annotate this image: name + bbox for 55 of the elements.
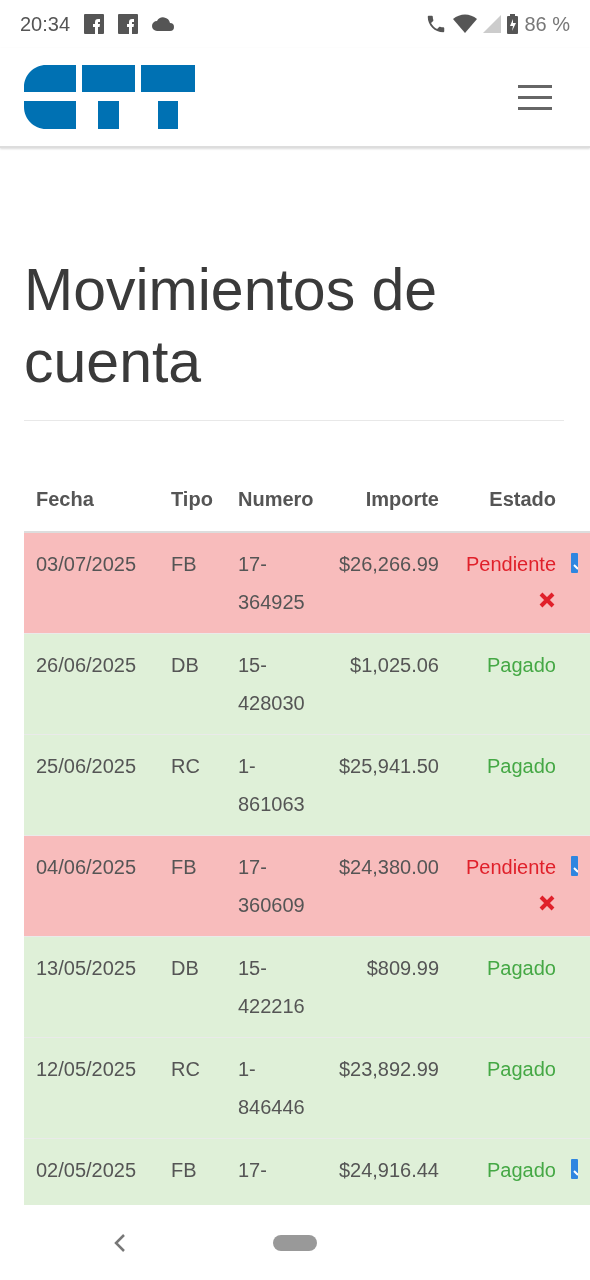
facebook-icon: [118, 14, 139, 34]
number-cell-text: 1-846446: [237, 1057, 306, 1120]
clock: 20:34: [20, 12, 71, 37]
number-cell-text: 17-364925: [237, 552, 306, 615]
date-cell-text: 03/07/2025: [35, 552, 138, 577]
type-cell-text: FB: [170, 1158, 198, 1183]
amount-cell-text: $24,380.00: [337, 855, 440, 880]
type-cell-text: FB: [170, 552, 198, 577]
status-cell-text: Pagado: [487, 1057, 556, 1082]
close-icon[interactable]: [538, 894, 556, 912]
page-title: Movimientos de cuenta: [24, 254, 564, 421]
logo[interactable]: [24, 65, 195, 129]
date-cell-text: 13/05/2025: [35, 956, 138, 981]
close-icon[interactable]: [538, 591, 556, 609]
status-cell-text: Pagado: [487, 754, 556, 779]
menu-icon[interactable]: [518, 84, 552, 110]
type-cell-text: FB: [170, 855, 198, 880]
date-cell-text: 02/05/2025: [35, 1158, 138, 1183]
number-cell-text: 17-360609: [237, 855, 306, 918]
battery-icon: [507, 14, 519, 34]
signal-icon: [483, 15, 502, 33]
date-cell-text: 04/06/2025: [35, 855, 138, 880]
column-header: Estado: [488, 487, 557, 512]
status-cell-text: Pendiente: [465, 552, 556, 577]
back-icon[interactable]: [113, 1233, 127, 1253]
amount-cell-text: $26,266.99: [337, 552, 440, 577]
type-cell-text: DB: [170, 653, 200, 678]
number-cell-text: 17-: [237, 1158, 268, 1183]
amount-cell-text: $25,941.50: [337, 754, 440, 779]
column-header: Tipo: [170, 487, 214, 512]
status-cell-text: Pendiente: [465, 855, 556, 880]
amount-cell-text: $24,916.44: [337, 1158, 440, 1183]
type-cell-text: RC: [170, 754, 201, 779]
wifi-icon: [453, 14, 478, 34]
battery-level: 86 %: [524, 12, 570, 37]
column-header: Importe: [364, 487, 440, 512]
type-cell-text: DB: [170, 956, 200, 981]
date-cell-text: 12/05/2025: [35, 1057, 138, 1082]
type-cell-text: RC: [170, 1057, 201, 1082]
status-cell-text: Pagado: [487, 956, 556, 981]
amount-cell-text: $809.99: [365, 956, 440, 981]
column-header: Numero: [237, 487, 315, 512]
amount-cell-text: $1,025.06: [349, 653, 440, 678]
home-handle[interactable]: [273, 1234, 317, 1251]
column-header: Fecha: [35, 487, 95, 512]
number-cell-text: 15-428030: [237, 653, 306, 716]
number-cell-text: 1-861063: [237, 754, 306, 817]
amount-cell-text: $23,892.99: [337, 1057, 440, 1082]
cloud-icon: [152, 17, 175, 31]
status-cell-text: Pagado: [487, 1158, 556, 1183]
number-cell-text: 15-422216: [237, 956, 306, 1019]
date-cell-text: 26/06/2025: [35, 653, 138, 678]
date-cell-text: 25/06/2025: [35, 754, 138, 779]
status-cell-text: Pagado: [487, 653, 556, 678]
facebook-icon: [84, 14, 105, 34]
